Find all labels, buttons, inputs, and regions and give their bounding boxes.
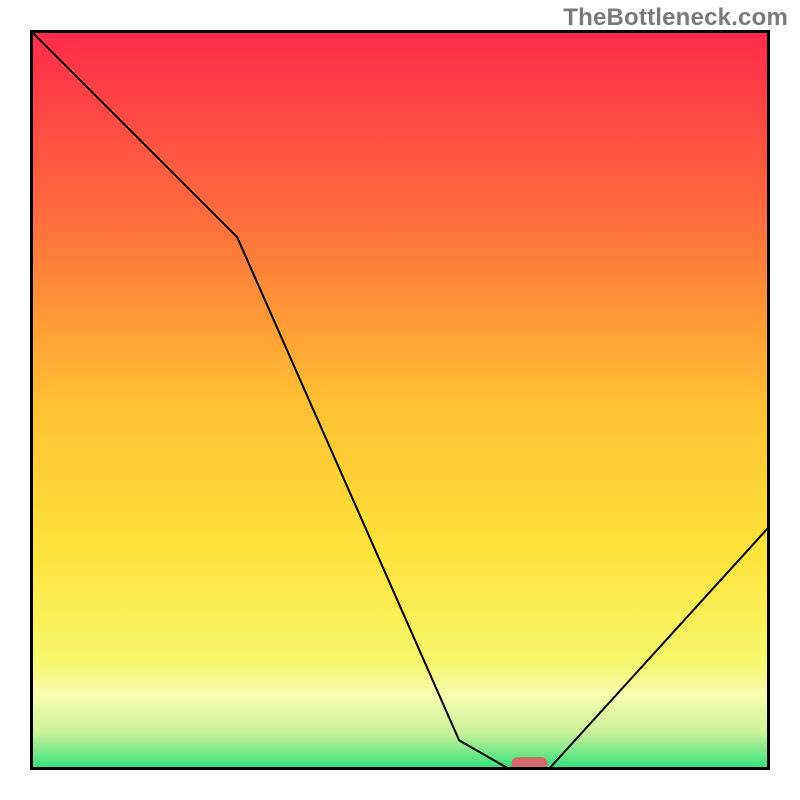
watermark-text: TheBottleneck.com	[563, 4, 788, 32]
bottleneck-chart	[30, 30, 770, 770]
